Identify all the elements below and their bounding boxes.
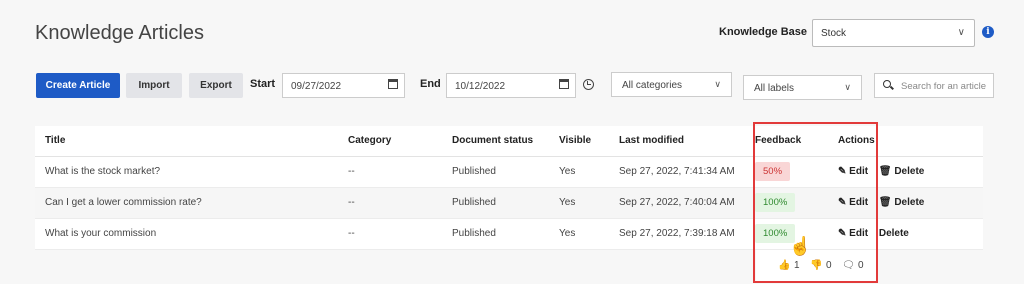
calendar-icon[interactable] (388, 79, 398, 89)
article-modified: Sep 27, 2022, 7:40:04 AM (609, 187, 745, 219)
article-status: Published (442, 187, 549, 219)
info-icon[interactable]: i (982, 26, 994, 38)
article-category: -- (338, 156, 442, 188)
knowledge-base-label: Knowledge Base (719, 26, 808, 38)
search-icon (883, 80, 891, 88)
column-header-modified[interactable]: Last modified (609, 126, 745, 157)
column-header-feedback[interactable]: Feedback (745, 126, 828, 157)
table-row: What is your commission -- Published Yes… (35, 218, 983, 250)
chevron-down-icon: ∨ (714, 79, 721, 89)
chevron-down-icon: ∨ (844, 82, 851, 92)
article-visible: Yes (549, 187, 609, 219)
pencil-icon: ✎ (838, 228, 847, 239)
downvote-count: 0 (826, 260, 832, 271)
start-date-value: 09/27/2022 (291, 81, 342, 92)
article-modified: Sep 27, 2022, 7:39:18 AM (609, 218, 745, 250)
feedback-badge[interactable]: 100% (755, 193, 796, 212)
article-category: -- (338, 187, 442, 219)
delete-button[interactable]: 🗑 Delete (879, 197, 925, 208)
hand-cursor-icon: ☝ (789, 236, 812, 256)
import-button[interactable]: Import (126, 73, 182, 98)
delete-label: Delete (878, 228, 909, 239)
categories-value: All categories (622, 80, 683, 91)
start-date-input[interactable]: 09/27/2022 (282, 73, 405, 98)
delete-label: Delete (894, 166, 925, 177)
column-header-title[interactable]: Title (35, 126, 338, 157)
calendar-icon[interactable] (559, 79, 569, 89)
article-title-link[interactable]: What is your commission (35, 218, 338, 250)
article-status: Published (442, 156, 549, 188)
end-label: End (420, 78, 441, 90)
chevron-down-icon: ∨ (957, 27, 965, 38)
delete-button[interactable]: Delete (879, 228, 909, 239)
edit-label: Edit (849, 228, 869, 239)
feedback-cell: 100% (745, 187, 828, 219)
column-header-status[interactable]: Document status (442, 126, 549, 157)
thumbs-down-icon: 👎 (810, 260, 823, 271)
feedback-tooltip: 👍 1 👎 0 🗨 0 (756, 250, 878, 282)
articles-table: Title Category Document status Visible L… (35, 126, 983, 250)
edit-button[interactable]: ✎ Edit (838, 228, 868, 239)
actions-cell: ✎ Edit Delete (828, 218, 983, 250)
article-title-link[interactable]: What is the stock market? (35, 156, 338, 188)
categories-dropdown[interactable]: All categories ∨ (611, 72, 732, 97)
article-title-link[interactable]: Can I get a lower commission rate? (35, 187, 338, 219)
delete-label: Delete (894, 197, 925, 208)
labels-value: All labels (754, 83, 795, 94)
start-label: Start (250, 78, 276, 90)
article-status: Published (442, 218, 549, 250)
edit-label: Edit (849, 197, 869, 208)
labels-dropdown[interactable]: All labels ∨ (743, 75, 862, 100)
search-input[interactable]: Search for an article (874, 73, 994, 98)
comment-count: 0 (858, 260, 864, 271)
trash-icon: 🗑 (878, 197, 892, 208)
export-button[interactable]: Export (189, 73, 243, 98)
knowledge-base-value: Stock (821, 28, 847, 39)
trash-icon: 🗑 (878, 166, 892, 177)
actions-cell: ✎ Edit 🗑 Delete (828, 156, 983, 188)
edit-button[interactable]: ✎ Edit (838, 166, 868, 177)
edit-label: Edit (849, 166, 869, 177)
knowledge-base-select[interactable]: Stock ∨ (812, 19, 975, 47)
search-placeholder: Search for an article (901, 81, 987, 92)
edit-button[interactable]: ✎ Edit (838, 197, 868, 208)
article-modified: Sep 27, 2022, 7:41:34 AM (609, 156, 745, 188)
comment-icon: 🗨 (842, 260, 855, 271)
actions-cell: ✎ Edit 🗑 Delete (828, 187, 983, 219)
upvote-count: 1 (794, 260, 800, 271)
article-visible: Yes (549, 218, 609, 250)
pencil-icon: ✎ (838, 197, 847, 208)
column-header-category[interactable]: Category (338, 126, 442, 157)
pencil-icon: ✎ (838, 166, 847, 177)
table-header-row: Title Category Document status Visible L… (35, 126, 983, 157)
create-article-button[interactable]: Create Article (36, 73, 120, 98)
feedback-badge[interactable]: 50% (755, 162, 791, 181)
delete-button[interactable]: 🗑 Delete (879, 166, 925, 177)
table-row: What is the stock market? -- Published Y… (35, 156, 983, 188)
feedback-cell: 100% (745, 218, 828, 250)
column-header-actions: Actions (828, 126, 983, 157)
feedback-cell: 50% (745, 156, 828, 188)
column-header-visible[interactable]: Visible (549, 126, 609, 157)
page: Knowledge Articles Knowledge Base Stock … (0, 0, 1024, 284)
thumbs-up-icon: 👍 (778, 260, 791, 271)
article-visible: Yes (549, 156, 609, 188)
end-date-value: 10/12/2022 (455, 81, 506, 92)
clock-icon[interactable] (583, 79, 594, 90)
table-row: Can I get a lower commission rate? -- Pu… (35, 187, 983, 219)
end-date-input[interactable]: 10/12/2022 (446, 73, 576, 98)
article-category: -- (338, 218, 442, 250)
page-title: Knowledge Articles (35, 22, 204, 44)
